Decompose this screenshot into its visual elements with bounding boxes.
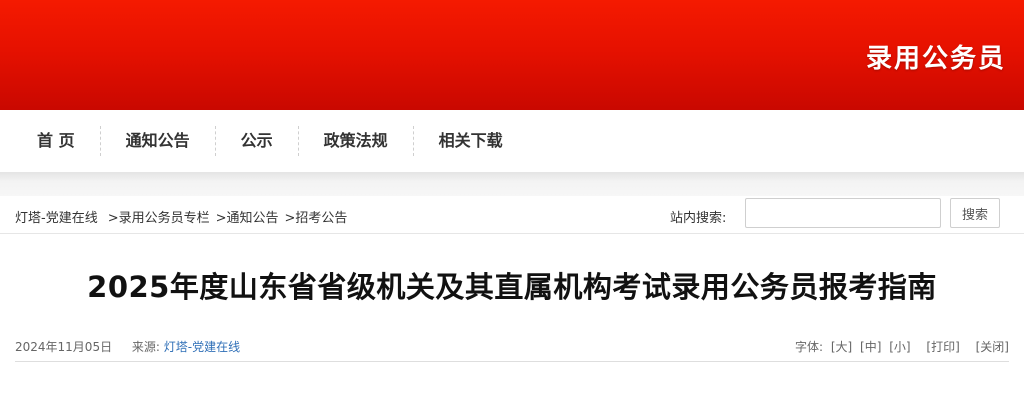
article-title: 2025年度山东省省级机关及其直属机构考试录用公务员报考指南 bbox=[87, 270, 937, 304]
close-button[interactable]: [关闭] bbox=[976, 340, 1009, 354]
nav-item-publicity[interactable]: 公示 bbox=[216, 126, 299, 156]
main-nav: 首 页 通知公告 公示 政策法规 相关下载 bbox=[0, 110, 1024, 172]
article-meta: 2024年11月05日 来源: 灯塔-党建在线 字体: [大] [中] [小] … bbox=[15, 336, 1009, 362]
breadcrumb-item-home[interactable]: 灯塔-党建在线 bbox=[15, 211, 98, 226]
breadcrumb-item-column[interactable]: >录用公务员专栏 bbox=[108, 211, 210, 226]
nav-item-downloads[interactable]: 相关下载 bbox=[414, 126, 528, 156]
source-label: 来源: bbox=[131, 340, 160, 354]
header-banner: 录用公务员 bbox=[0, 0, 1024, 110]
search-label: 站内搜索: bbox=[670, 211, 727, 226]
font-large-button[interactable]: [大] bbox=[831, 340, 852, 354]
font-size-label: 字体: bbox=[794, 340, 823, 354]
font-small-button[interactable]: [小] bbox=[889, 340, 910, 354]
banner-title: 录用公务员 bbox=[865, 44, 1006, 74]
breadcrumb-item-recruitment[interactable]: >招考公告 bbox=[285, 211, 348, 226]
article-date: 2024年11月05日 bbox=[15, 340, 113, 354]
source-link[interactable]: 灯塔-党建在线 bbox=[164, 340, 240, 354]
breadcrumb-bar: 灯塔-党建在线 >录用公务员专栏 >通知公告 >招考公告 站内搜索: 搜索 bbox=[0, 196, 1024, 234]
search-input[interactable] bbox=[745, 198, 941, 228]
search-button[interactable]: 搜索 bbox=[950, 198, 1000, 228]
nav-item-policies[interactable]: 政策法规 bbox=[299, 126, 414, 156]
nav-item-notices[interactable]: 通知公告 bbox=[101, 126, 216, 156]
font-medium-button[interactable]: [中] bbox=[860, 340, 881, 354]
nav-item-home[interactable]: 首 页 bbox=[12, 126, 101, 156]
divider-band bbox=[0, 172, 1024, 196]
breadcrumb: 灯塔-党建在线 >录用公务员专栏 >通知公告 >招考公告 bbox=[15, 207, 347, 226]
print-button[interactable]: [打印] bbox=[926, 340, 959, 354]
breadcrumb-item-notices[interactable]: >通知公告 bbox=[216, 211, 279, 226]
